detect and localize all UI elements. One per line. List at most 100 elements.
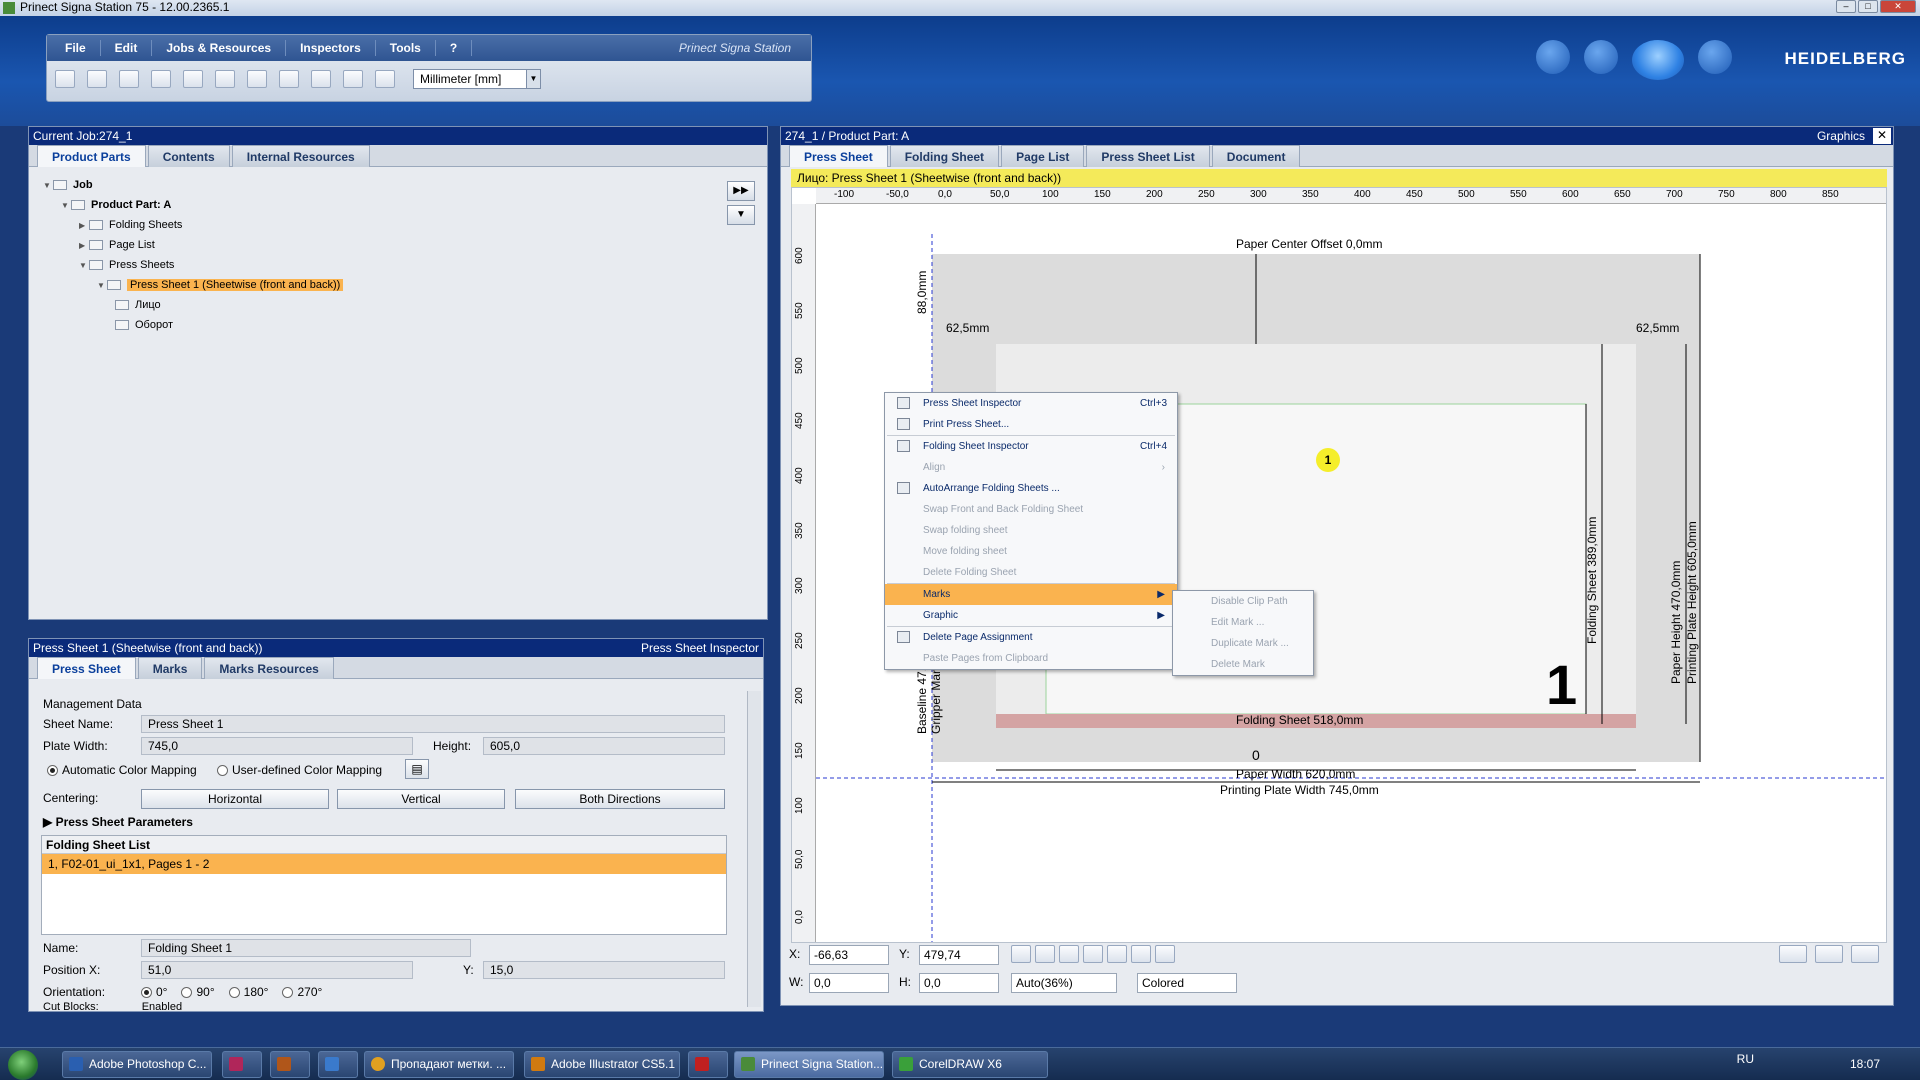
tab-contents[interactable]: Contents: [147, 145, 230, 167]
hand-icon[interactable]: [1059, 945, 1079, 963]
frame-icon[interactable]: [1083, 945, 1103, 963]
expand-icon[interactable]: ▶▶: [727, 181, 755, 201]
tree-node[interactable]: ▶ Folding Sheets: [43, 215, 343, 235]
bubble-icon[interactable]: [1698, 40, 1732, 74]
orient-270-radio[interactable]: 270°: [282, 985, 322, 999]
name-field[interactable]: Folding Sheet 1: [141, 939, 471, 957]
color-mode-select[interactable]: Colored: [1137, 973, 1237, 993]
close-icon[interactable]: ✕: [1873, 128, 1891, 144]
taskbar-indesign[interactable]: [222, 1051, 262, 1078]
download-icon[interactable]: [1815, 945, 1843, 963]
measure-icon[interactable]: [1155, 945, 1175, 963]
language-indicator[interactable]: RU: [1737, 1052, 1754, 1066]
chevron-down-icon[interactable]: ▼: [526, 70, 540, 88]
tree-node-selected[interactable]: ▼ Press Sheet 1 (Sheetwise (front and bac…: [43, 275, 344, 295]
mark-icon[interactable]: [311, 70, 331, 88]
tree-icon[interactable]: [183, 70, 203, 88]
user-color-radio[interactable]: User-defined Color Mapping: [217, 763, 382, 777]
taskbar-photoshop[interactable]: Adobe Photoshop C...: [62, 1051, 212, 1078]
menu-tools[interactable]: Tools: [376, 40, 436, 56]
zoom-icon[interactable]: [1035, 945, 1055, 963]
tab-page-list[interactable]: Page List: [1001, 145, 1085, 167]
frame-icon[interactable]: [343, 70, 363, 88]
y-field[interactable]: 479,74: [919, 945, 999, 965]
taskbar-coreldraw[interactable]: CorelDRAW X6: [892, 1051, 1048, 1078]
taskbar-browser[interactable]: Пропадают метки. ...: [364, 1051, 514, 1078]
tab-marks-resources[interactable]: Marks Resources: [204, 657, 334, 679]
taskbar-pdf[interactable]: [688, 1051, 728, 1078]
tab-folding-sheet[interactable]: Folding Sheet: [889, 145, 1000, 167]
menu-file[interactable]: File: [51, 40, 101, 56]
tree-node[interactable]: ▼ Job: [43, 175, 343, 195]
units-select[interactable]: Millimeter [mm] ▼: [413, 69, 541, 89]
vertical-button[interactable]: Vertical: [337, 789, 505, 809]
export-icon[interactable]: [1851, 945, 1879, 963]
tree-node[interactable]: Лицо: [43, 295, 343, 315]
menu-item-delete-page-assignment[interactable]: Delete Page Assignment: [885, 627, 1177, 648]
scrollbar[interactable]: [747, 691, 761, 1007]
tree-node[interactable]: ▶ Page List: [43, 235, 343, 255]
bubble-icon[interactable]: [1584, 40, 1618, 74]
page-icon[interactable]: [247, 70, 267, 88]
taskbar-signa[interactable]: Prinect Signa Station...: [734, 1051, 884, 1078]
horizontal-button[interactable]: Horizontal: [141, 789, 329, 809]
sheet-name-field[interactable]: Press Sheet 1: [141, 715, 725, 733]
menu-item-print-press-sheet[interactable]: Print Press Sheet...: [885, 414, 1177, 435]
tab-internal-resources[interactable]: Internal Resources: [231, 145, 370, 167]
tree-node[interactable]: ▼ Product Part: A: [43, 195, 343, 215]
taskbar-illustrator[interactable]: Adobe Illustrator CS5.1: [524, 1051, 680, 1078]
menu-item-press-sheet-inspector[interactable]: Press Sheet Inspector Ctrl+3: [885, 393, 1177, 414]
menu-help[interactable]: ?: [436, 40, 473, 56]
taskbar-app[interactable]: [318, 1051, 358, 1078]
orient-0-radio[interactable]: 0°: [141, 985, 167, 999]
taskbar-bridge[interactable]: [270, 1051, 310, 1078]
w-field[interactable]: 0,0: [809, 973, 889, 993]
menu-item-marks[interactable]: Marks ▶: [885, 584, 1177, 605]
both-directions-button[interactable]: Both Directions: [515, 789, 725, 809]
plate-width-field[interactable]: 745,0: [141, 737, 413, 755]
bubble-icon[interactable]: [1632, 40, 1684, 80]
menu-item-folding-sheet-inspector[interactable]: Folding Sheet Inspector Ctrl+4: [885, 436, 1177, 457]
mark-tool-icon[interactable]: [1131, 945, 1151, 963]
layout-icon[interactable]: [279, 70, 299, 88]
start-button[interactable]: [8, 1050, 38, 1080]
position-x-field[interactable]: 51,0: [141, 961, 413, 979]
auto-color-radio[interactable]: Automatic Color Mapping: [47, 763, 197, 777]
menu-jobs[interactable]: Jobs & Resources: [152, 40, 287, 56]
tab-press-sheet[interactable]: Press Sheet: [789, 145, 888, 167]
tree-node[interactable]: Оборот: [43, 315, 343, 335]
menu-edit[interactable]: Edit: [101, 40, 153, 56]
zoom-select[interactable]: Auto(36%): [1011, 973, 1117, 993]
orient-180-radio[interactable]: 180°: [228, 985, 268, 999]
sheet-icon[interactable]: [215, 70, 235, 88]
menu-item-autoarrange[interactable]: AutoArrange Folding Sheets ...: [885, 478, 1177, 499]
press-sheet-parameters[interactable]: ▶ Press Sheet Parameters: [43, 815, 193, 829]
tab-press-sheet[interactable]: Press Sheet: [37, 657, 136, 679]
close-button[interactable]: ✕: [1880, 0, 1916, 13]
height-field[interactable]: 605,0: [483, 737, 725, 755]
maximize-button[interactable]: □: [1858, 0, 1878, 13]
list-item[interactable]: 1, F02-01_ui_1x1, Pages 1 - 2: [42, 854, 726, 874]
save-icon[interactable]: [119, 70, 139, 88]
tab-document[interactable]: Document: [1211, 145, 1301, 167]
tab-product-parts[interactable]: Product Parts: [37, 145, 146, 167]
link-icon[interactable]: [1779, 945, 1807, 963]
collapse-icon[interactable]: ▼: [727, 205, 755, 225]
menu-inspectors[interactable]: Inspectors: [286, 40, 376, 56]
print-icon[interactable]: [151, 70, 171, 88]
tab-press-sheet-list[interactable]: Press Sheet List: [1086, 145, 1210, 167]
x-field[interactable]: -66,63: [809, 945, 889, 965]
minimize-button[interactable]: –: [1836, 0, 1856, 13]
tab-marks[interactable]: Marks: [137, 657, 203, 679]
pointer-icon[interactable]: [1011, 945, 1031, 963]
color-mapping-icon[interactable]: ▤: [405, 759, 429, 779]
tree-node[interactable]: ▼ Press Sheets: [43, 255, 343, 275]
menu-item-graphic[interactable]: Graphic ▶: [885, 605, 1177, 626]
add-icon[interactable]: [87, 70, 107, 88]
h-field[interactable]: 0,0: [919, 973, 999, 993]
y-field[interactable]: 15,0: [483, 961, 725, 979]
orient-90-radio[interactable]: 90°: [181, 985, 215, 999]
back-icon[interactable]: [55, 70, 75, 88]
bubble-icon[interactable]: [1536, 40, 1570, 74]
fit-icon[interactable]: [1107, 945, 1127, 963]
